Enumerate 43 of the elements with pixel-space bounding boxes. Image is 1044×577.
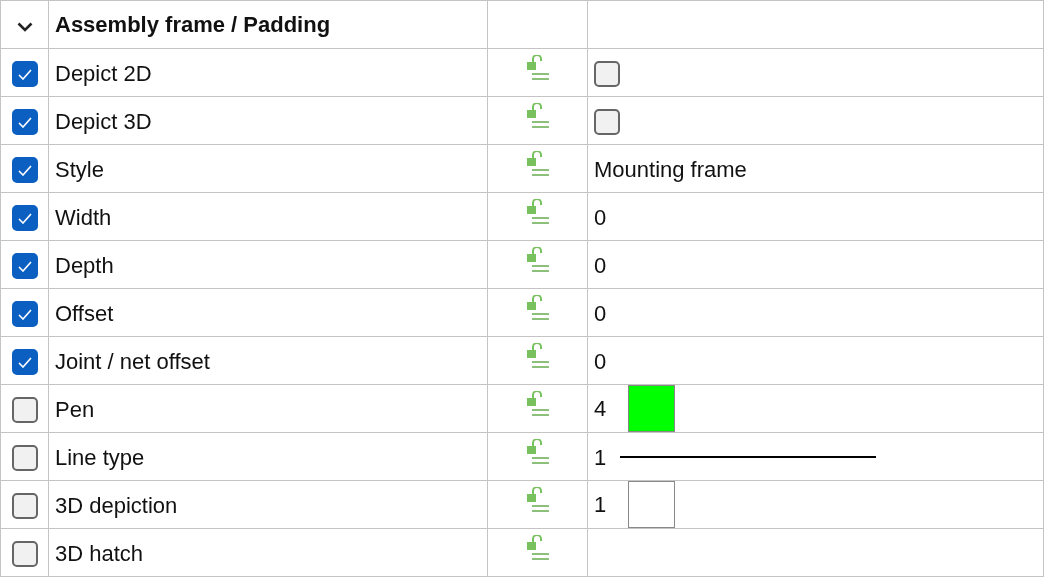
collapse-chevron-icon[interactable] (16, 22, 33, 32)
property-value: 1 (594, 443, 607, 472)
property-label: Depth (55, 251, 114, 280)
property-label: 3D depiction (55, 491, 178, 520)
color-swatch[interactable] (628, 385, 676, 432)
checkbox[interactable] (11, 301, 38, 328)
checkbox[interactable] (11, 445, 38, 472)
checkbox[interactable] (11, 205, 38, 232)
checkbox[interactable] (11, 493, 38, 520)
property-label: 3D hatch (55, 539, 144, 568)
property-label: Width (55, 203, 112, 232)
property-label: Style (55, 155, 104, 184)
checkbox[interactable] (11, 541, 38, 568)
checkbox[interactable] (594, 109, 620, 136)
property-label: Depict 2D (55, 59, 152, 88)
color-swatch[interactable] (628, 481, 676, 528)
property-label: Joint / net offset (55, 347, 210, 376)
checkbox[interactable] (11, 61, 38, 88)
property-value: 0 (594, 203, 607, 232)
check-icon (17, 164, 32, 176)
property-value: 0 (594, 347, 607, 376)
property-value: 1 (594, 491, 607, 519)
property-value: 0 (594, 299, 607, 328)
check-icon (17, 260, 32, 272)
checkbox[interactable] (594, 61, 620, 88)
check-icon (17, 308, 32, 320)
checkbox[interactable] (11, 397, 38, 424)
checkbox[interactable] (11, 349, 38, 376)
property-label: Offset (55, 299, 114, 328)
property-label: Depict 3D (55, 107, 152, 136)
property-value: Mounting frame (594, 155, 747, 184)
checkbox[interactable] (11, 253, 38, 280)
property-value: 0 (594, 251, 607, 280)
property-label: Pen (55, 395, 95, 424)
property-label: Line type (55, 443, 145, 472)
check-icon (17, 356, 32, 368)
check-icon (17, 68, 32, 80)
group-title: Assembly frame / Padding (55, 12, 331, 37)
checkbox[interactable] (11, 109, 38, 136)
checkbox[interactable] (11, 157, 38, 184)
check-icon (17, 212, 32, 224)
property-value: 4 (594, 395, 607, 423)
check-icon (17, 116, 32, 128)
